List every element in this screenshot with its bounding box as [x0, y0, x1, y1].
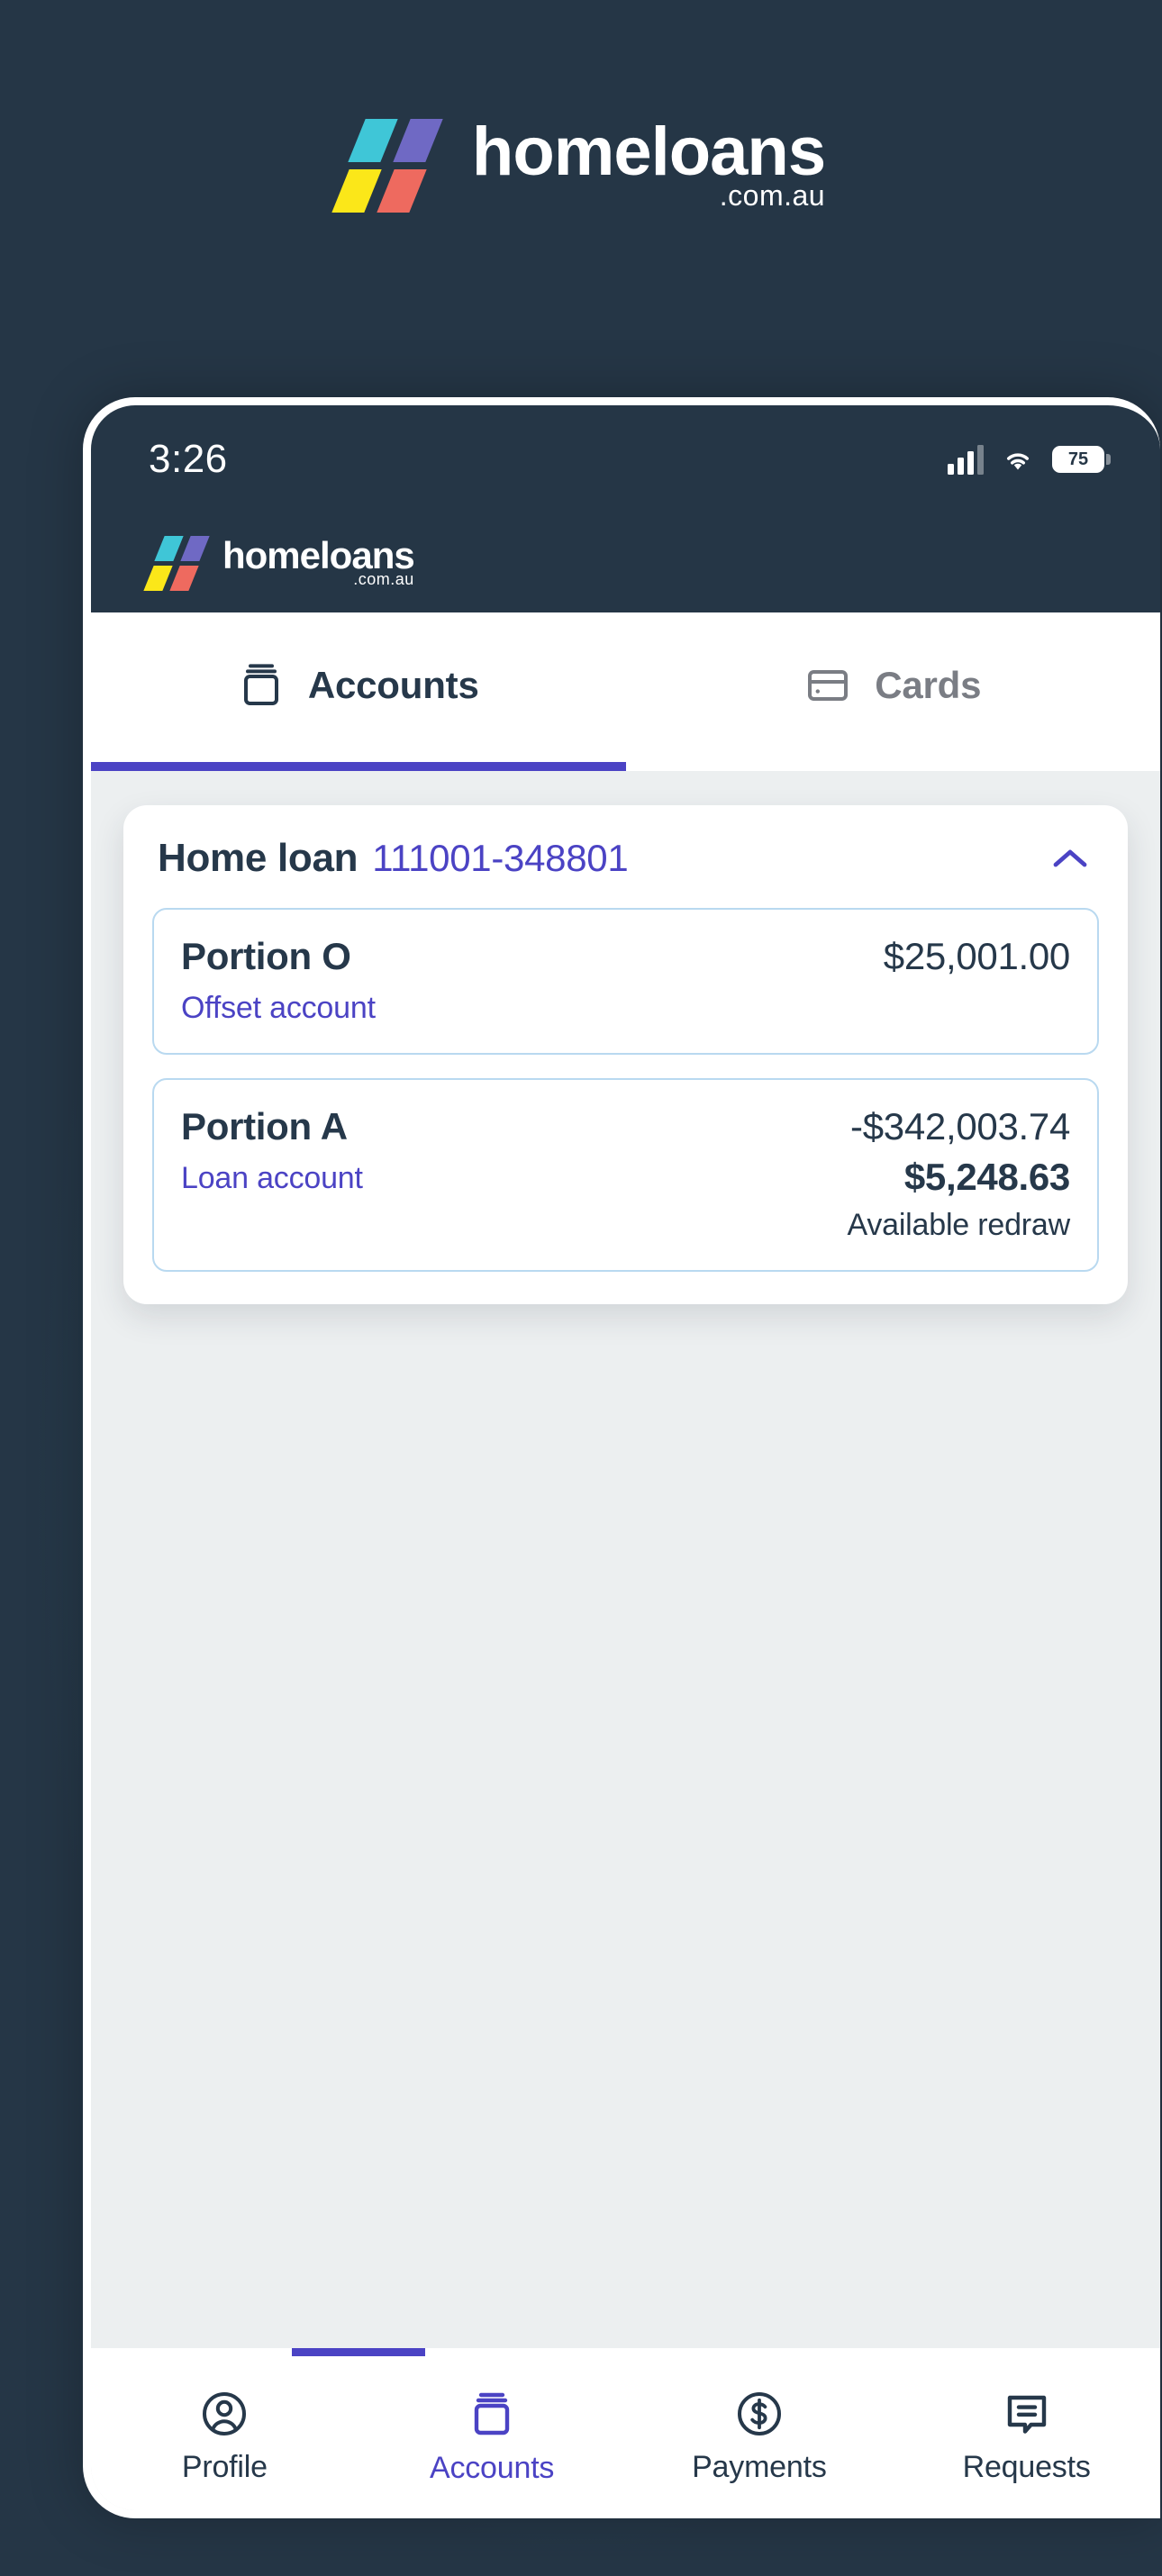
- nav-label-requests: Requests: [962, 2449, 1091, 2484]
- portion-amounts: -$342,003.74 $5,248.63 Available redraw: [847, 1105, 1070, 1243]
- brand-tld: .com.au: [719, 179, 826, 213]
- portion-redraw-amount: $5,248.63: [903, 1156, 1070, 1198]
- portion-info: Portion A Loan account: [181, 1105, 363, 1196]
- credit-card-icon: [804, 666, 851, 705]
- home-loan-card-header[interactable]: Home loan 111001-348801: [152, 836, 1099, 881]
- portion-amounts: $25,001.00: [883, 935, 1071, 978]
- portion-balance: $25,001.00: [883, 935, 1071, 977]
- home-loan-title: Home loan: [158, 836, 359, 880]
- portion-type: Loan account: [181, 1161, 363, 1195]
- brand-lockup: homeloans .com.au: [331, 113, 826, 213]
- phone-frame: 3:26 75 homeloans .com.au Accounts Cards…: [83, 397, 1160, 2518]
- status-icons: 75: [948, 444, 1111, 475]
- status-bar: 3:26 75: [91, 405, 1160, 513]
- brand-banner: homeloans .com.au: [0, 0, 1162, 396]
- wifi-icon: [1000, 445, 1036, 474]
- home-loan-card: Home loan 111001-348801 Portion O Offset…: [123, 805, 1128, 1304]
- portion-redraw-caption: Available redraw: [847, 1208, 1070, 1242]
- cellular-signal-icon: [948, 444, 984, 475]
- portion-info: Portion O Offset account: [181, 935, 376, 1026]
- portion-row[interactable]: Portion O Offset account $25,001.00: [152, 908, 1099, 1055]
- tab-accounts-label: Accounts: [307, 664, 479, 706]
- battery-level: 75: [1067, 449, 1089, 469]
- portion-name: Portion A: [181, 1105, 348, 1147]
- brand-wordmark: homeloans .com.au: [471, 113, 826, 213]
- tab-cards[interactable]: Cards: [626, 612, 1161, 771]
- brand-word: homeloans: [471, 113, 826, 190]
- battery-icon: 75: [1052, 446, 1111, 473]
- tab-accounts[interactable]: Accounts: [91, 612, 626, 771]
- dollar-circle-icon: [734, 2389, 785, 2439]
- tab-active-indicator: [91, 762, 626, 771]
- bottom-navigation: Profile Accounts Payments Requests: [91, 2348, 1160, 2510]
- accounts-content: Home loan 111001-348801 Portion O Offset…: [91, 771, 1160, 2348]
- nav-label-payments: Payments: [692, 2449, 827, 2484]
- jar-icon: [238, 660, 285, 711]
- phone-screen: 3:26 75 homeloans .com.au Accounts Cards…: [91, 405, 1160, 2510]
- nav-label-accounts: Accounts: [429, 2450, 555, 2485]
- jar-icon: [467, 2388, 517, 2440]
- nav-item-payments[interactable]: Payments: [626, 2348, 894, 2510]
- portion-type: Offset account: [181, 991, 376, 1025]
- app-brand-word: homeloans: [222, 533, 415, 576]
- portion-row[interactable]: Portion A Loan account -$342,003.74 $5,2…: [152, 1078, 1099, 1272]
- home-loan-number: 111001-348801: [372, 837, 629, 879]
- nav-label-profile: Profile: [181, 2449, 268, 2484]
- bottom-nav-active-indicator: [291, 2348, 425, 2356]
- app-wordmark: homeloans .com.au: [222, 533, 415, 589]
- nav-item-accounts[interactable]: Accounts: [359, 2348, 626, 2510]
- user-circle-icon: [199, 2389, 250, 2439]
- portion-balance: -$342,003.74: [850, 1105, 1070, 1147]
- app-header: homeloans .com.au: [91, 513, 1160, 612]
- tab-cards-label: Cards: [875, 664, 982, 706]
- home-loan-titles: Home loan 111001-348801: [158, 836, 629, 881]
- nav-item-requests[interactable]: Requests: [893, 2348, 1160, 2510]
- homeloans-logo-icon: [331, 119, 449, 213]
- app-brand-tld: .com.au: [353, 570, 414, 589]
- message-icon: [1002, 2389, 1052, 2439]
- portion-name: Portion O: [181, 935, 351, 977]
- app-logo-icon: [143, 536, 212, 591]
- status-time: 3:26: [149, 437, 228, 481]
- nav-item-profile[interactable]: Profile: [91, 2348, 359, 2510]
- chevron-up-icon[interactable]: [1047, 840, 1094, 876]
- tab-bar: Accounts Cards: [91, 612, 1160, 771]
